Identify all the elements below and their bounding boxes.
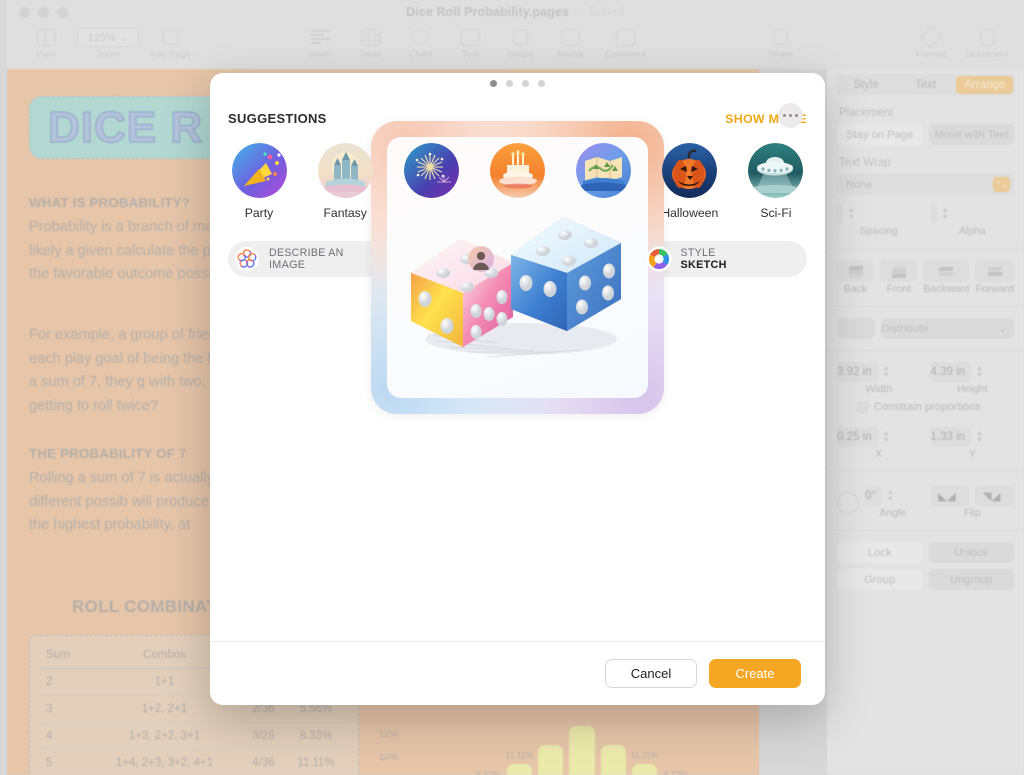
carousel-page-dots[interactable] <box>210 80 825 87</box>
carousel-dot-2[interactable] <box>522 80 529 87</box>
dialog-footer: Cancel Create <box>210 641 825 705</box>
carousel-dot-1[interactable] <box>506 80 513 87</box>
treasure-map-icon <box>576 143 632 198</box>
fireworks-icon <box>403 143 459 198</box>
style-wheel-icon <box>646 246 672 272</box>
create-button[interactable]: Create <box>709 659 801 688</box>
birthday-cake-icon <box>489 143 545 198</box>
image-playground-dialog[interactable]: SUGGESTIONS SHOW MORE Party Fantasy Hall… <box>210 73 825 705</box>
person-avatar-icon <box>468 246 495 272</box>
image-playground-icon <box>234 246 260 272</box>
castle-icon <box>317 143 373 198</box>
carousel-dot-3[interactable] <box>538 80 545 87</box>
party-popper-icon <box>231 143 287 198</box>
cancel-button[interactable]: Cancel <box>605 659 697 688</box>
die-blue <box>511 217 621 331</box>
carousel-dot-0[interactable] <box>490 80 497 87</box>
jack-o-lantern-icon <box>662 143 718 198</box>
